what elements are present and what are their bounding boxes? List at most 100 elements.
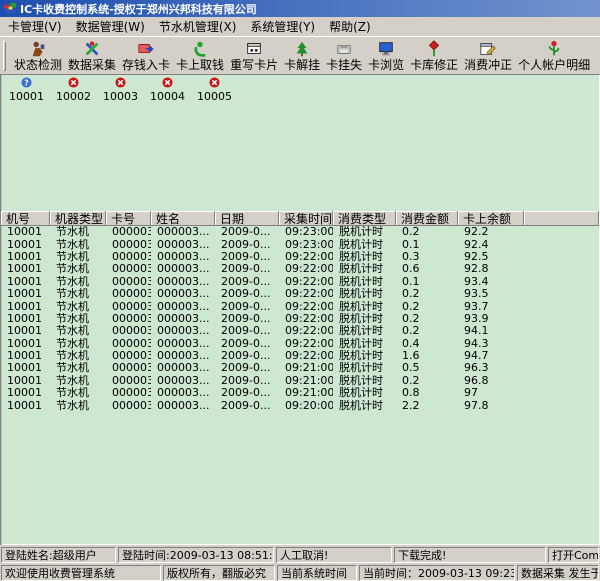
deposit-card-icon — [137, 40, 155, 58]
table-row[interactable]: 10001 节水机 000003 000003... 2009-0... 09:… — [1, 387, 599, 399]
table-header-cell[interactable]: 日期 — [215, 211, 279, 226]
cell-balance: 94.3 — [458, 338, 524, 350]
card-unfreeze-button[interactable]: 卡解挂 — [281, 38, 323, 74]
cell-card-no: 000003 — [106, 251, 151, 263]
withdraw-card-icon — [191, 40, 209, 58]
cell-card-no: 000003 — [106, 325, 151, 337]
card-loss-button[interactable]: 卡挂失 — [323, 38, 365, 74]
table-header-cell[interactable]: 姓名 — [151, 211, 215, 226]
machine-item-10002[interactable]: 10002 — [50, 77, 97, 103]
error-icon — [115, 77, 126, 88]
table-header-cell[interactable]: 消费类型 — [333, 211, 396, 226]
table-row[interactable]: 10001 节水机 000003 000003... 2009-0... 09:… — [1, 238, 599, 250]
rewrite-card-icon — [245, 40, 263, 58]
rewrite-card-button[interactable]: 重写卡片 — [227, 38, 281, 74]
cell-balance: 92.8 — [458, 263, 524, 275]
table-row[interactable]: 10001 节水机 000003 000003... 2009-0... 09:… — [1, 276, 599, 288]
cell-balance: 97.8 — [458, 400, 524, 412]
menu-item[interactable]: 卡管理(V) — [1, 17, 69, 36]
machine-id: 10003 — [103, 90, 138, 103]
table-header-cell[interactable]: 卡号 — [106, 211, 151, 226]
machine-item-10004[interactable]: 10004 — [144, 77, 191, 103]
account-detail-icon — [545, 40, 563, 58]
cell-name: 000003... — [151, 263, 215, 275]
status-check-icon — [29, 40, 47, 58]
table-row[interactable]: 10001 节水机 000003 000003... 2009-0... 09:… — [1, 362, 599, 374]
menu-item[interactable]: 系统管理(Y) — [243, 17, 322, 36]
cell-date: 2009-0... — [215, 375, 279, 387]
cell-machine-type: 节水机 — [50, 263, 106, 275]
card-browse-button[interactable]: 卡浏览 — [365, 38, 407, 74]
table-row[interactable]: 10001 节水机 000003 000003... 2009-0... 09:… — [1, 375, 599, 387]
data-collect-button[interactable]: 数据采集 — [65, 38, 119, 74]
cell-name: 000003... — [151, 226, 215, 238]
cell-amount: 0.2 — [396, 325, 458, 337]
cell-date: 2009-0... — [215, 239, 279, 251]
table-row[interactable]: 10001 节水机 000003 000003... 2009-0... 09:… — [1, 399, 599, 411]
cell-date: 2009-0... — [215, 313, 279, 325]
cell-balance: 93.5 — [458, 288, 524, 300]
table-header-cell[interactable]: 机号 — [1, 211, 50, 226]
table-header-cell[interactable]: 卡上余额 — [458, 211, 524, 226]
table-row[interactable]: 10001 节水机 000003 000003... 2009-0... 09:… — [1, 263, 599, 275]
withdraw-card-button[interactable]: 卡上取钱 — [173, 38, 227, 74]
table-header-cell[interactable]: 机器类型 — [50, 211, 106, 226]
table-row[interactable]: 10001 节水机 000003 000003... 2009-0... 09:… — [1, 325, 599, 337]
card-browse-icon — [377, 40, 395, 58]
table-header-cell[interactable]: 消费金额 — [396, 211, 458, 226]
table-row[interactable]: 10001 节水机 000003 000003... 2009-0... 09:… — [1, 313, 599, 325]
cell-date: 2009-0... — [215, 276, 279, 288]
cell-collect-time: 09:20:00 — [279, 400, 333, 412]
toolbar-button-label: 卡库修正 — [410, 59, 458, 72]
table-header-cells: 机号机器类型卡号姓名日期采集时间消费类型消费金额卡上余额 — [1, 211, 524, 226]
card-db-fix-button[interactable]: 卡库修正 — [407, 38, 461, 74]
svg-text:?: ? — [24, 78, 29, 87]
cell-name: 000003... — [151, 375, 215, 387]
machine-item-10001[interactable]: ? 10001 — [3, 77, 50, 103]
table-header-cell[interactable]: 采集时间 — [279, 211, 333, 226]
table-body: 10001 节水机 000003 000003... 2009-0... 09:… — [1, 226, 599, 412]
status-panel: 当前系统时间 — [277, 565, 357, 581]
cell-amount: 0.8 — [396, 387, 458, 399]
machine-item-10005[interactable]: 10005 — [191, 77, 238, 103]
cell-collect-time: 09:22:00 — [279, 338, 333, 350]
cell-collect-time: 09:21:00 — [279, 387, 333, 399]
cell-card-no: 000003 — [106, 350, 151, 362]
cell-card-no: 000003 — [106, 387, 151, 399]
deposit-card-button[interactable]: 存钱入卡 — [119, 38, 173, 74]
menu-item[interactable]: 节水机管理(X) — [152, 17, 244, 36]
cell-machine-no: 10001 — [1, 276, 50, 288]
cell-card-no: 000003 — [106, 338, 151, 350]
cell-machine-type: 节水机 — [50, 251, 106, 263]
account-detail-button[interactable]: 个人帐户明细 — [515, 38, 593, 74]
cell-consume-type: 脱机计时 — [333, 276, 396, 288]
cell-date: 2009-0... — [215, 400, 279, 412]
status-check-button[interactable]: 状态检测 — [11, 38, 65, 74]
error-icon — [162, 77, 173, 88]
cell-machine-no: 10001 — [1, 362, 50, 374]
reversal-button[interactable]: 消费冲正 — [461, 38, 515, 74]
cell-balance: 92.5 — [458, 251, 524, 263]
table-row[interactable]: 10001 节水机 000003 000003... 2009-0... 09:… — [1, 288, 599, 300]
cell-machine-no: 10001 — [1, 338, 50, 350]
menu-item[interactable]: 帮助(Z) — [322, 17, 378, 36]
cell-amount: 0.1 — [396, 239, 458, 251]
table-row[interactable]: 10001 节水机 000003 000003... 2009-0... 09:… — [1, 251, 599, 263]
menu-item[interactable]: 数据管理(W) — [69, 17, 152, 36]
cell-consume-type: 脱机计时 — [333, 288, 396, 300]
titlebar[interactable]: IC卡收费控制系统-授权于郑州兴邦科技有限公司 — [0, 0, 600, 17]
status-panel: 数据采集 发生于2009 — [517, 565, 599, 581]
help-icon: ? — [21, 77, 32, 88]
table-row[interactable]: 10001 节水机 000003 000003... 2009-0... 09:… — [1, 350, 599, 362]
toolbar-gripper[interactable] — [3, 41, 6, 71]
cell-amount: 1.6 — [396, 350, 458, 362]
window-title: IC卡收费控制系统-授权于郑州兴邦科技有限公司 — [20, 1, 257, 17]
cell-consume-type: 脱机计时 — [333, 325, 396, 337]
cell-amount: 0.1 — [396, 276, 458, 288]
cell-card-no: 000003 — [106, 276, 151, 288]
machine-item-10003[interactable]: 10003 — [97, 77, 144, 103]
table-row[interactable]: 10001 节水机 000003 000003... 2009-0... 09:… — [1, 300, 599, 312]
error-icon — [68, 77, 79, 88]
table-row[interactable]: 10001 节水机 000003 000003... 2009-0... 09:… — [1, 226, 599, 238]
table-row[interactable]: 10001 节水机 000003 000003... 2009-0... 09:… — [1, 338, 599, 350]
